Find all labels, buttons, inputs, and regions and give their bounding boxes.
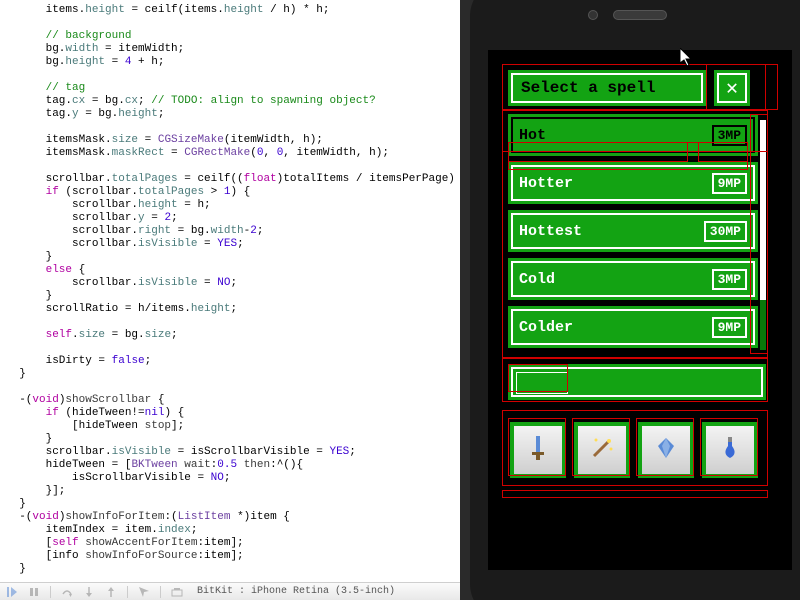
- spell-name: Hottest: [519, 223, 582, 240]
- code-editor-pane[interactable]: items.height = ceilf(items.height / h) *…: [0, 0, 460, 600]
- device-camera: [588, 10, 598, 20]
- continue-icon[interactable]: [6, 586, 18, 598]
- spell-cost: 30MP: [704, 221, 747, 242]
- spell-name: Colder: [519, 319, 573, 336]
- spell-name: Cold: [519, 271, 555, 288]
- spell-row[interactable]: Hottest 30MP: [508, 210, 758, 252]
- spell-name: Hotter: [519, 175, 573, 192]
- wand-icon: [588, 434, 616, 466]
- step-into-icon[interactable]: [83, 586, 95, 598]
- separator: [160, 586, 161, 598]
- spell-cost: 9MP: [712, 317, 747, 338]
- device-screen[interactable]: Select a spell ✕ Hot 3MP Hotter 9MP Hottest 3…: [488, 50, 792, 570]
- step-over-icon[interactable]: [61, 586, 73, 598]
- spell-title: Select a spell: [508, 70, 706, 106]
- item-slot-row: [510, 422, 758, 478]
- spell-name: Hot: [519, 127, 546, 144]
- sword-icon: [524, 434, 552, 466]
- info-bar-slot: [517, 373, 567, 393]
- spell-cost: 9MP: [712, 173, 747, 194]
- device-speaker: [613, 10, 667, 20]
- code-editor[interactable]: items.height = ceilf(items.height / h) *…: [0, 0, 460, 580]
- item-slot[interactable]: [702, 422, 758, 478]
- spell-row[interactable]: Hot 3MP: [508, 114, 758, 156]
- pause-icon[interactable]: [28, 586, 40, 598]
- debug-rect: [502, 490, 768, 498]
- item-slot[interactable]: [574, 422, 630, 478]
- spell-row[interactable]: Hotter 9MP: [508, 162, 758, 204]
- gem-icon: [652, 434, 680, 466]
- spell-scrollbar-thumb[interactable]: [760, 120, 766, 300]
- item-slot[interactable]: [638, 422, 694, 478]
- potion-icon: [716, 434, 744, 466]
- spell-row[interactable]: Cold 3MP: [508, 258, 758, 300]
- separator: [50, 586, 51, 598]
- item-slot[interactable]: [510, 422, 566, 478]
- location-icon[interactable]: [138, 586, 150, 598]
- simulator-pane: Select a spell ✕ Hot 3MP Hotter 9MP Hottest 3…: [460, 0, 800, 600]
- debug-toolbar: BitKit : iPhone Retina (3.5-inch): [0, 582, 460, 600]
- separator: [127, 586, 128, 598]
- scheme-label[interactable]: BitKit : iPhone Retina (3.5-inch): [197, 586, 395, 597]
- close-icon: ✕: [726, 75, 738, 101]
- step-out-icon[interactable]: [105, 586, 117, 598]
- spell-cost: 3MP: [712, 269, 747, 290]
- spell-cost: 3MP: [712, 125, 747, 146]
- device-frame: Select a spell ✕ Hot 3MP Hotter 9MP Hottest 3…: [470, 0, 800, 600]
- spell-row[interactable]: Colder 9MP: [508, 306, 758, 348]
- scheme-icon: [171, 586, 183, 598]
- close-button[interactable]: ✕: [714, 70, 750, 106]
- spell-scrollbar[interactable]: [760, 120, 766, 350]
- spell-list[interactable]: Hot 3MP Hotter 9MP Hottest 30MP Cold 3MP Colder 9…: [508, 114, 758, 354]
- spell-title-label: Select a spell: [521, 79, 655, 97]
- info-bar: [508, 364, 766, 400]
